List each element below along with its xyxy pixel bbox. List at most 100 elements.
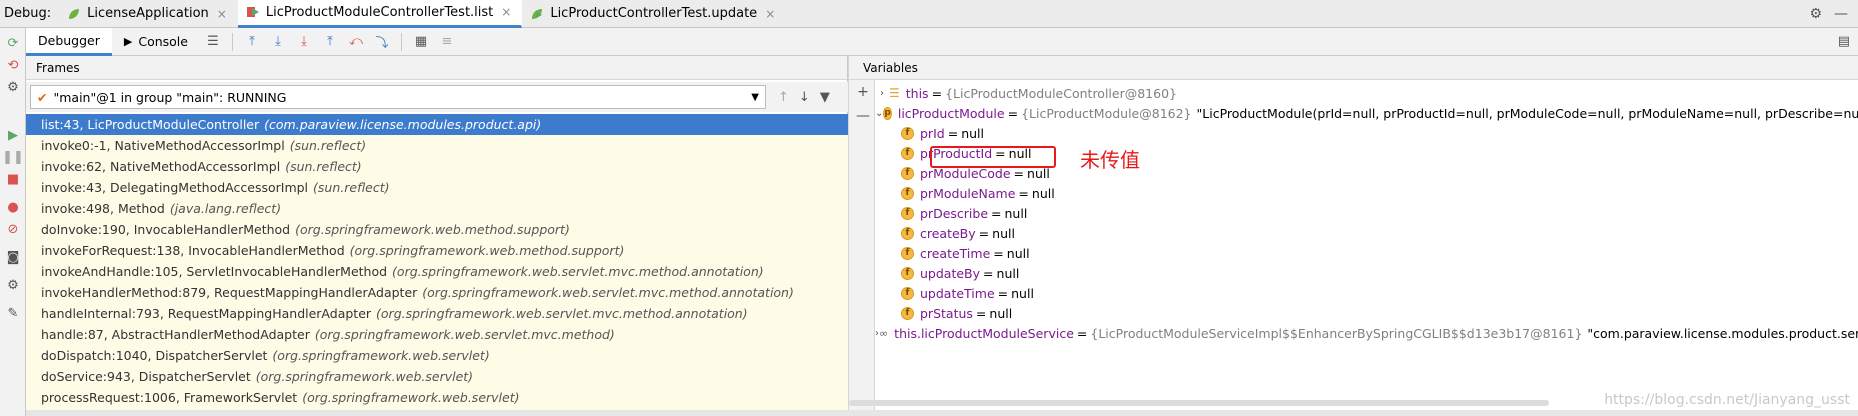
step-over-icon[interactable]: ⤓ xyxy=(267,31,289,53)
highlight-box xyxy=(930,146,1056,168)
console-icon: ▶ xyxy=(123,35,133,48)
variable-row[interactable]: f prId = null xyxy=(875,123,1858,143)
frame-row[interactable]: handleInternal:793, RequestMappingHandle… xyxy=(26,303,848,324)
variable-row[interactable]: f prModuleName = null xyxy=(875,183,1858,203)
minimize-icon[interactable]: — xyxy=(1834,6,1848,22)
variable-value: null xyxy=(1031,185,1055,201)
tab-console-label: Console xyxy=(138,34,188,49)
frame-package: (org.springframework.web.method.support) xyxy=(349,243,625,258)
close-icon[interactable]: × xyxy=(217,7,227,21)
variable-name: updateTime xyxy=(920,285,995,301)
frame-row[interactable]: doService:943, DispatcherServlet (org.spr… xyxy=(26,366,848,387)
add-watch-icon[interactable]: + xyxy=(855,84,871,100)
stop-icon[interactable]: ■ xyxy=(4,170,22,188)
debug-label: Debug: xyxy=(4,6,52,21)
horizontal-scrollbar[interactable] xyxy=(849,400,1549,406)
variable-value: null xyxy=(1004,205,1028,221)
watermark: https://blog.csdn.net/Jianyang_usst xyxy=(1604,392,1850,408)
frame-package: (org.springframework.web.servlet.mvc.met… xyxy=(422,285,794,300)
mute-breakpoints-icon[interactable]: ⊘ xyxy=(4,220,22,238)
variable-name: createBy xyxy=(920,225,976,241)
arrow-up-icon[interactable]: ↑ xyxy=(778,90,789,105)
settings-icon[interactable]: ⚙ xyxy=(4,276,22,294)
frame-method: list:43, LicProductModuleController xyxy=(41,117,260,132)
frame-row[interactable]: processRequest:1006, FrameworkServlet (or… xyxy=(26,387,848,408)
toggle-icon[interactable]: ⚙ xyxy=(4,78,22,96)
force-step-into-icon[interactable]: ⤒ xyxy=(319,31,341,53)
view-breakpoints-icon[interactable]: ● xyxy=(4,198,22,216)
gear-icon[interactable]: ⚙ xyxy=(1809,6,1822,22)
frame-package: (org.springframework.web.servlet) xyxy=(272,348,490,363)
restore-layout-icon[interactable]: ▤ xyxy=(1838,34,1858,49)
frame-package: (sun.reflect) xyxy=(313,180,390,195)
field-icon: f xyxy=(901,166,914,180)
frame-row[interactable]: doDispatch:1040, DispatcherServlet (org.s… xyxy=(26,345,848,366)
tab-lic-product-module-controller-test-list[interactable]: LicProductModuleControllerTest.list × xyxy=(237,0,523,28)
frame-method: invoke:43, DelegatingMethodAccessorImpl xyxy=(41,180,309,195)
variable-row[interactable]: f updateBy = null xyxy=(875,263,1858,283)
run-to-cursor-icon[interactable]: ⤵ xyxy=(371,31,393,53)
close-icon[interactable]: × xyxy=(765,7,775,21)
show-execution-point-icon[interactable]: ⤒ xyxy=(241,31,263,53)
variable-row[interactable]: f createTime = null xyxy=(875,243,1858,263)
evaluate-expression-icon[interactable]: ▦ xyxy=(410,31,432,53)
watch-icon: ∞ xyxy=(879,326,889,340)
variable-row[interactable]: f prStatus = null xyxy=(875,303,1858,323)
variable-row[interactable]: f createBy = null xyxy=(875,223,1858,243)
chevron-right-icon[interactable]: › xyxy=(875,88,889,99)
pin-icon[interactable]: ✎ xyxy=(4,304,22,322)
thread-select[interactable]: ✔ "main"@1 in group "main": RUNNING ▼ xyxy=(30,85,766,109)
filter-icon[interactable]: ▼ xyxy=(820,90,830,105)
frame-package: (org.springframework.web.servlet.mvc.met… xyxy=(314,327,615,342)
pause-icon[interactable]: ❚❚ xyxy=(2,148,24,166)
test-run-icon xyxy=(530,7,544,21)
variable-row[interactable]: f prDescribe = null xyxy=(875,203,1858,223)
frames-panel: Frames ✔ "main"@1 in group "main": RUNNI… xyxy=(26,56,874,416)
equals-sign: = xyxy=(983,265,994,281)
spring-leaf-icon xyxy=(67,7,81,21)
close-icon[interactable]: × xyxy=(501,5,511,19)
layout-menu-icon[interactable]: ☰ xyxy=(202,31,224,53)
frame-row[interactable]: invokeAndHandle:105, ServletInvocableHan… xyxy=(26,261,848,282)
status-strip xyxy=(26,410,1858,416)
frame-method: handleInternal:793, RequestMappingHandle… xyxy=(41,306,372,321)
step-into-icon[interactable]: ⤓ xyxy=(293,31,315,53)
frames-title: Frames xyxy=(26,56,847,80)
tab-debugger[interactable]: Debugger xyxy=(26,27,112,56)
drop-frame-icon[interactable]: ⤺ xyxy=(345,31,367,53)
arrow-down-icon[interactable]: ↓ xyxy=(799,90,810,105)
variable-row[interactable]: › ☰ this = {LicProductModuleController@8160} xyxy=(875,83,1858,103)
tab-license-application[interactable]: LicenseApplication × xyxy=(59,0,238,28)
frame-row[interactable]: invoke:62, NativeMethodAccessorImpl (sun.… xyxy=(26,156,848,177)
frame-row[interactable]: invokeForRequest:138, InvocableHandlerMe… xyxy=(26,240,848,261)
tab-lic-product-controller-test-update[interactable]: LicProductControllerTest.update × xyxy=(522,0,786,28)
frame-row[interactable]: invokeHandlerMethod:879, RequestMappingH… xyxy=(26,282,848,303)
rerun-icon[interactable]: ⟳ xyxy=(4,34,22,52)
variable-value: null xyxy=(992,225,1015,241)
frame-method: handle:87, AbstractHandlerMethodAdapter xyxy=(41,327,310,342)
frame-row[interactable]: list:43, LicProductModuleController (com.… xyxy=(26,114,848,135)
frame-package: (com.paraview.license.modules.product.ap… xyxy=(264,117,542,132)
field-icon: f xyxy=(901,186,914,200)
variable-row[interactable]: › ∞ this.licProductModuleService = {LicProdu… xyxy=(875,323,1858,343)
trace-icon[interactable]: ≡ xyxy=(436,31,458,53)
variable-value: {LicProductModuleController@8160} xyxy=(945,85,1177,101)
chevron-down-icon[interactable]: ⌄ xyxy=(875,108,883,119)
frame-method: doDispatch:1040, DispatcherServlet xyxy=(41,348,268,363)
frame-row[interactable]: invoke0:-1, NativeMethodAccessorImpl (sun… xyxy=(26,135,848,156)
field-icon: f xyxy=(901,126,914,140)
variable-row[interactable]: f updateTime = null xyxy=(875,283,1858,303)
rerun-failed-icon[interactable]: ⟲ xyxy=(4,56,22,74)
resume-icon[interactable]: ▶ xyxy=(4,126,22,144)
camera-icon[interactable]: ◙ xyxy=(4,248,22,266)
variables-tree: › ☰ this = {LicProductModuleController@8160}… xyxy=(875,83,1858,343)
minus-icon[interactable]: — xyxy=(855,108,871,124)
variable-row[interactable]: ⌄ p licProductModule = {LicProductModule@816… xyxy=(875,103,1858,123)
frame-row[interactable]: invoke:498, Method (java.lang.reflect) xyxy=(26,198,848,219)
frame-row[interactable]: doInvoke:190, InvocableHandlerMethod (org… xyxy=(26,219,848,240)
frame-row[interactable]: handle:87, AbstractHandlerMethodAdapter (… xyxy=(26,324,848,345)
frame-package: (java.lang.reflect) xyxy=(169,201,282,216)
frame-method: doInvoke:190, InvocableHandlerMethod xyxy=(41,222,291,237)
frame-row[interactable]: invoke:43, DelegatingMethodAccessorImpl (… xyxy=(26,177,848,198)
tab-console[interactable]: ▶ Console xyxy=(112,28,200,56)
